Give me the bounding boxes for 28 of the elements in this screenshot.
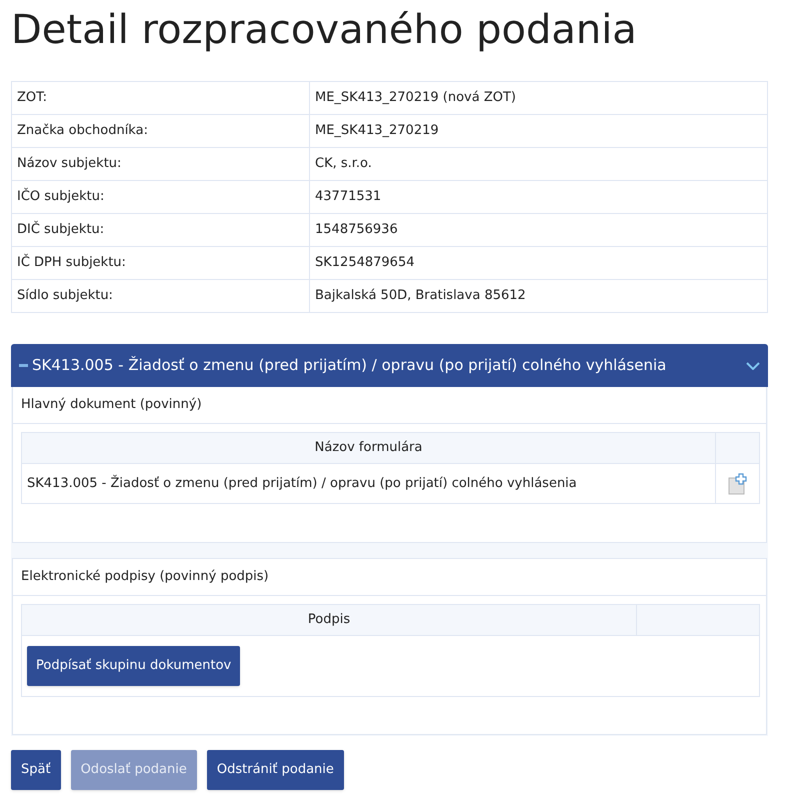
field-value: ME_SK413_270219 (nová ZOT) bbox=[310, 82, 768, 114]
sign-documents-button[interactable]: Podpísať skupinu dokumentov bbox=[27, 646, 240, 686]
panel-header[interactable]: SK413.005 - Žiadosť o zmenu (pred prijatím) / opravu (po prijatí) colného vyhlásenia bbox=[11, 344, 768, 387]
panel-title: SK413.005 - Žiadosť o zmenu (pred prijatím) / opravu (po prijatí) colného vyhlásenia bbox=[32, 355, 668, 376]
field-value: ME_SK413_270219 bbox=[310, 114, 768, 148]
field-label: IČ DPH subjektu: bbox=[12, 246, 310, 280]
field-label: Názov subjektu: bbox=[12, 148, 310, 180]
field-value: CK, s.r.o. bbox=[310, 148, 768, 180]
chevron-icon bbox=[746, 362, 760, 370]
field-label: Značka obchodníka: bbox=[12, 114, 310, 148]
field-label: ZOT: bbox=[12, 82, 310, 114]
page-title: Detail rozpracovaného podania bbox=[11, 6, 638, 55]
section-heading: Elektronické podpisy (povinný podpis) bbox=[13, 559, 766, 596]
column-header: Podpis bbox=[22, 604, 636, 636]
action-button[interactable]: Odstrániť podanie bbox=[206, 750, 344, 790]
action-button[interactable]: Späť bbox=[11, 750, 61, 790]
field-value: 1548756936 bbox=[310, 214, 768, 246]
column-header: Názov formulára bbox=[22, 432, 716, 464]
form-name-cell: SK413.005 - Žiadosť o zmenu (pred prijatím) / opravu (po prijatí) colného vyhlásenia bbox=[22, 464, 716, 504]
field-label: DIČ subjektu: bbox=[12, 214, 310, 246]
section-heading: Hlavný dokument (povinný) bbox=[13, 387, 766, 424]
field-label: IČO subjektu: bbox=[12, 180, 310, 214]
field-label: Sídlo subjektu: bbox=[12, 280, 310, 312]
add-document-icon[interactable] bbox=[728, 472, 748, 494]
collapse-icon bbox=[19, 364, 28, 367]
field-value: SK1254879654 bbox=[310, 246, 768, 280]
field-value: Bajkalská 50D, Bratislava 85612 bbox=[310, 280, 768, 312]
field-value: 43771531 bbox=[310, 180, 768, 214]
